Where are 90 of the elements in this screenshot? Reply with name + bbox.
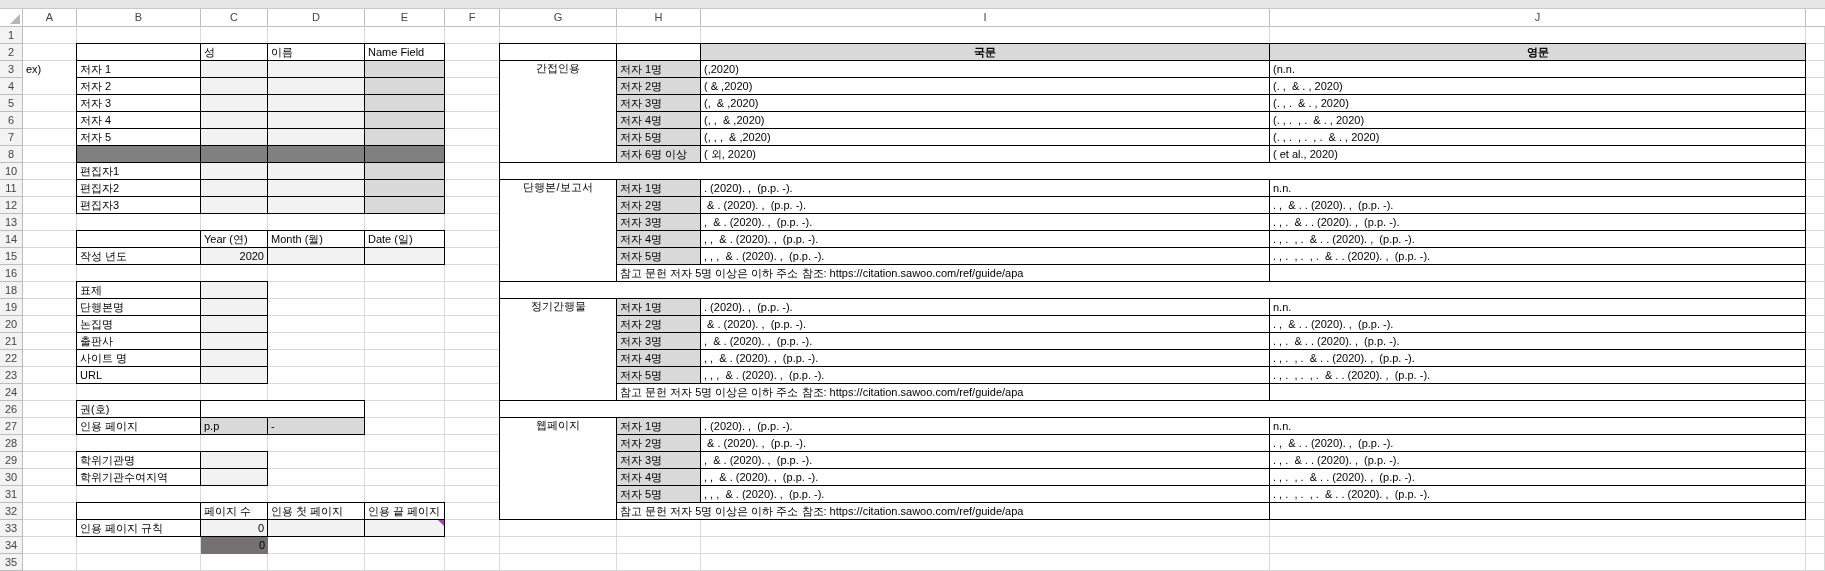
- spreadsheet-cell[interactable]: 저자 2명: [616, 315, 701, 333]
- row-header[interactable]: 27: [0, 418, 23, 435]
- row-header[interactable]: 18: [0, 282, 23, 299]
- spreadsheet-cell[interactable]: 저자 5명: [616, 485, 701, 503]
- column-header[interactable]: B: [77, 9, 201, 27]
- spreadsheet-cell[interactable]: -: [267, 417, 365, 435]
- column-header[interactable]: G: [500, 9, 617, 27]
- spreadsheet-cell[interactable]: 저자 3명: [616, 332, 701, 350]
- spreadsheet-cell[interactable]: 저자 1명: [616, 179, 701, 197]
- row-header[interactable]: 28: [0, 435, 23, 452]
- column-header[interactable]: I: [701, 9, 1270, 27]
- row-header[interactable]: 6: [0, 112, 23, 129]
- spreadsheet-cell[interactable]: 저자 5명: [616, 366, 701, 384]
- row-header[interactable]: 14: [0, 231, 23, 248]
- row-header[interactable]: 2: [0, 44, 23, 61]
- spreadsheet-cell[interactable]: 저자 6명 이상: [616, 145, 701, 163]
- row-header[interactable]: 21: [0, 333, 23, 350]
- spreadsheet-cell[interactable]: 저자 5명: [616, 247, 701, 265]
- column-header[interactable]: H: [617, 9, 701, 27]
- spreadsheet-cell[interactable]: 인용 페이지 규칙: [76, 519, 201, 537]
- spreadsheet-cell[interactable]: 권(호): [76, 400, 201, 418]
- spreadsheet-cell[interactable]: 학위기관명: [76, 451, 201, 469]
- row-header[interactable]: 16: [0, 265, 23, 282]
- row-header[interactable]: 15: [0, 248, 23, 265]
- column-header[interactable]: J: [1270, 9, 1806, 27]
- row-header[interactable]: 5: [0, 95, 23, 112]
- spreadsheet-cell[interactable]: 작성 년도: [76, 247, 201, 265]
- spreadsheet-cell[interactable]: 웹페이지: [499, 417, 617, 520]
- row-header[interactable]: 1: [0, 27, 23, 44]
- column-header[interactable]: C: [201, 9, 268, 27]
- column-header[interactable]: E: [365, 9, 445, 27]
- spreadsheet-cell[interactable]: 성: [200, 43, 268, 61]
- spreadsheet-cell[interactable]: 표제: [76, 281, 201, 299]
- spreadsheet-cell[interactable]: 저자 2명: [616, 77, 701, 95]
- spreadsheet-cell[interactable]: 0: [201, 537, 268, 554]
- row-header[interactable]: 23: [0, 367, 23, 384]
- row-header[interactable]: 10: [0, 163, 23, 180]
- spreadsheet-cell[interactable]: URL: [76, 366, 201, 384]
- spreadsheet-cell[interactable]: 학위기관수여지역: [76, 468, 201, 486]
- spreadsheet-cell[interactable]: 저자 4명: [616, 230, 701, 248]
- column-header[interactable]: F: [445, 9, 500, 27]
- row-header[interactable]: 31: [0, 486, 23, 503]
- spreadsheet-cell[interactable]: Month (월): [267, 230, 365, 248]
- row-header[interactable]: 33: [0, 520, 23, 537]
- spreadsheet-cell[interactable]: 인용 첫 페이지: [267, 502, 365, 520]
- spreadsheet-cell[interactable]: 저자 3명: [616, 213, 701, 231]
- spreadsheet-cell[interactable]: 저자 5명: [616, 128, 701, 146]
- spreadsheet-cell[interactable]: 저자 4명: [616, 111, 701, 129]
- spreadsheet-cell[interactable]: 영문: [1269, 43, 1806, 61]
- row-header[interactable]: 30: [0, 469, 23, 486]
- spreadsheet-cell[interactable]: 2020: [200, 247, 268, 265]
- column-header[interactable]: D: [268, 9, 365, 27]
- row-header[interactable]: 26: [0, 401, 23, 418]
- row-header[interactable]: 11: [0, 180, 23, 197]
- row-header[interactable]: 7: [0, 129, 23, 146]
- row-header[interactable]: 19: [0, 299, 23, 316]
- row-header[interactable]: 13: [0, 214, 23, 231]
- select-all-icon[interactable]: [10, 14, 20, 24]
- row-header[interactable]: 8: [0, 146, 23, 163]
- row-header[interactable]: 29: [0, 452, 23, 469]
- row-header[interactable]: 3: [0, 61, 23, 78]
- spreadsheet-cell[interactable]: Name Field: [364, 43, 445, 61]
- row-header[interactable]: 24: [0, 384, 23, 401]
- spreadsheet-cell[interactable]: 저자 1명: [616, 60, 701, 78]
- spreadsheet-cell[interactable]: 이름: [267, 43, 365, 61]
- spreadsheet-cell[interactable]: 편집자3: [76, 196, 201, 214]
- spreadsheet-cell[interactable]: 저자 2명: [616, 434, 701, 452]
- spreadsheet-cell[interactable]: 저자 1명: [616, 298, 701, 316]
- row-header[interactable]: 12: [0, 197, 23, 214]
- spreadsheet-cell[interactable]: Year (연): [200, 230, 268, 248]
- spreadsheet-cell[interactable]: 저자 1명: [616, 417, 701, 435]
- spreadsheet-cell[interactable]: 인용 페이지: [76, 417, 201, 435]
- spreadsheet-cell[interactable]: 저자 4명: [616, 349, 701, 367]
- spreadsheet-cell[interactable]: 저자 4명: [616, 468, 701, 486]
- spreadsheet-cell[interactable]: 국문: [700, 43, 1270, 61]
- row-header[interactable]: 20: [0, 316, 23, 333]
- spreadsheet-cell[interactable]: 저자 2명: [616, 196, 701, 214]
- spreadsheet-cell[interactable]: 페이지 수: [200, 502, 268, 520]
- row-header[interactable]: 22: [0, 350, 23, 367]
- spreadsheet-cell[interactable]: 인용 끝 페이지: [364, 502, 445, 520]
- row-header[interactable]: 35: [0, 554, 23, 571]
- spreadsheet-cell[interactable]: 0: [200, 519, 268, 537]
- row-header[interactable]: 4: [0, 78, 23, 95]
- spreadsheet-cell[interactable]: 저자 3명: [616, 451, 701, 469]
- spreadsheet-cell[interactable]: p.p: [200, 417, 268, 435]
- column-header[interactable]: A: [23, 9, 77, 27]
- row-header[interactable]: 34: [0, 537, 23, 554]
- spreadsheet-cell[interactable]: 저자 3명: [616, 94, 701, 112]
- spreadsheet-cell[interactable]: Date (일): [364, 230, 445, 248]
- row-header[interactable]: 32: [0, 503, 23, 520]
